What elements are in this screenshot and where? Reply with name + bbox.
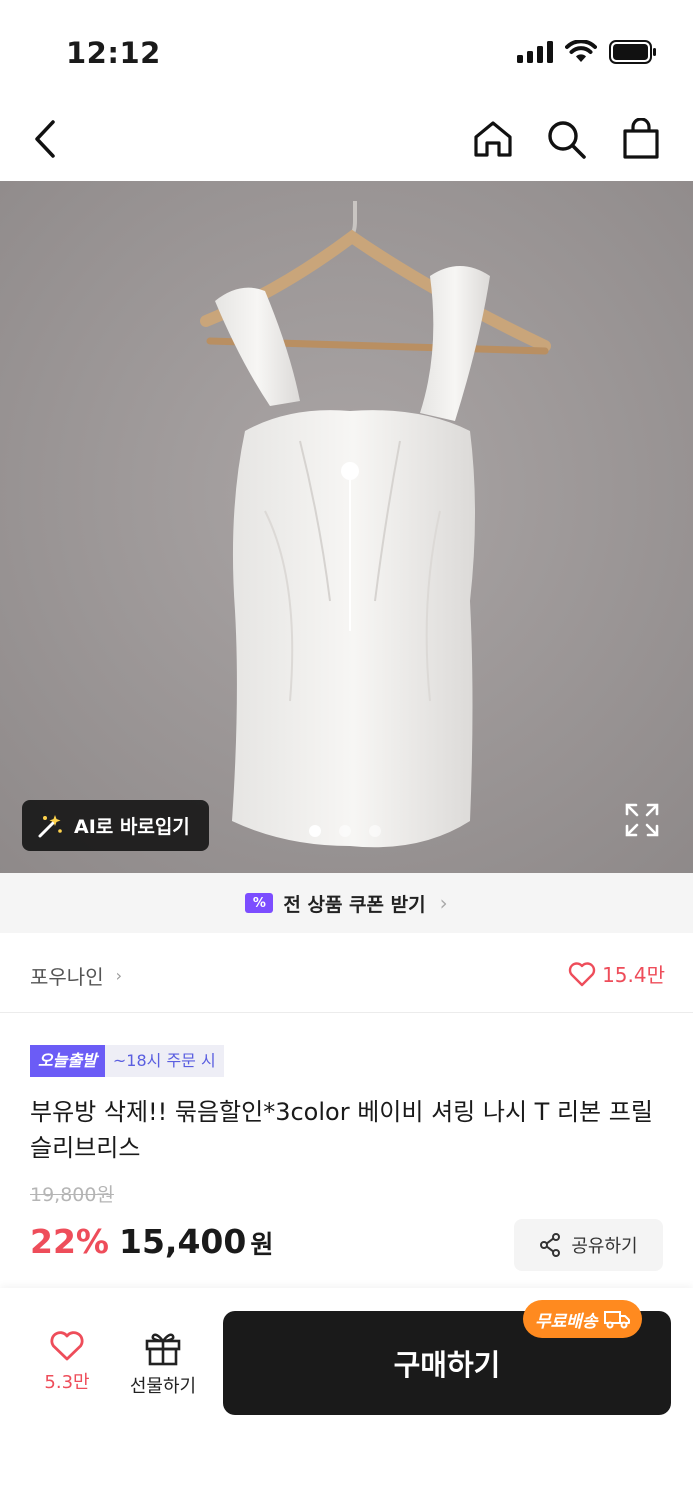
coupon-icon: % bbox=[245, 893, 274, 913]
carousel-indicator bbox=[309, 825, 381, 837]
coupon-label: 전 상품 쿠폰 받기 bbox=[283, 893, 426, 916]
shop-name: 포우나인 bbox=[30, 965, 104, 989]
buy-label: 구매하기 bbox=[393, 1348, 501, 1382]
status-bar: 12:12 bbox=[0, 0, 693, 100]
order-cutoff-badge: ~18시 주문 시 bbox=[104, 1045, 224, 1077]
shop-like-button[interactable]: 15.4만 bbox=[568, 959, 665, 988]
coupon-banner[interactable]: % 전 상품 쿠폰 받기 › bbox=[0, 873, 693, 933]
magic-wand-icon bbox=[38, 814, 62, 837]
search-button[interactable] bbox=[541, 114, 591, 164]
product-title: 부유방 삭제!! 묶음할인*3color 베이비 셔링 나시 T 리본 프릴 슬… bbox=[30, 1098, 653, 1162]
shopping-bag-icon bbox=[623, 118, 659, 159]
shop-row: 포우나인 › 15.4만 bbox=[0, 933, 693, 1013]
search-icon bbox=[548, 121, 586, 159]
gift-button[interactable]: 선물하기 bbox=[122, 1330, 204, 1398]
shop-like-count: 15.4만 bbox=[602, 963, 665, 987]
gift-icon bbox=[145, 1333, 181, 1366]
product-photo bbox=[0, 181, 693, 873]
ai-try-on-button[interactable]: AI로 바로입기 bbox=[22, 800, 209, 851]
signal-icon bbox=[517, 41, 553, 63]
top-nav bbox=[0, 100, 693, 180]
back-arrow-icon bbox=[35, 120, 55, 158]
heart-icon bbox=[50, 1331, 84, 1361]
fullscreen-button[interactable] bbox=[625, 803, 659, 837]
carousel-dot[interactable] bbox=[309, 825, 321, 837]
carousel-dot[interactable] bbox=[369, 825, 381, 837]
chevron-right-icon: › bbox=[439, 891, 448, 915]
discount-rate: 22% bbox=[30, 1222, 109, 1261]
battery-icon bbox=[609, 40, 656, 64]
wishlist-button[interactable]: 5.3만 bbox=[30, 1330, 104, 1394]
share-icon bbox=[540, 1233, 561, 1257]
status-time: 12:12 bbox=[66, 36, 161, 70]
home-icon bbox=[474, 121, 512, 157]
price-row: 22% 15,400 원 bbox=[30, 1222, 273, 1261]
chevron-right-icon: › bbox=[115, 966, 123, 985]
ai-try-on-label: AI로 바로입기 bbox=[74, 816, 190, 838]
home-button[interactable] bbox=[468, 114, 518, 164]
free-shipping-badge: 무료배송 bbox=[523, 1300, 642, 1338]
share-button[interactable]: 공유하기 bbox=[514, 1219, 663, 1271]
free-shipping-label: 무료배송 bbox=[535, 1311, 598, 1332]
shop-link[interactable]: 포우나인 › bbox=[30, 961, 122, 990]
product-image[interactable]: AI로 바로입기 bbox=[0, 181, 693, 873]
wifi-icon bbox=[565, 40, 597, 62]
carousel-dot[interactable] bbox=[339, 825, 351, 837]
expand-icon bbox=[625, 803, 659, 837]
sale-price: 15,400 bbox=[119, 1222, 247, 1261]
gift-label: 선물하기 bbox=[129, 1376, 197, 1397]
bottom-action-bar: 5.3만 선물하기 구매하기 무료배송 bbox=[0, 1288, 693, 1500]
back-button[interactable] bbox=[20, 114, 70, 164]
cart-button[interactable] bbox=[616, 114, 666, 164]
share-label: 공유하기 bbox=[571, 1236, 638, 1257]
today-ship-badge: 오늘출발 bbox=[30, 1045, 105, 1077]
original-price: 19,800원 bbox=[30, 1184, 114, 1206]
price-unit: 원 bbox=[250, 1230, 274, 1259]
shipping-badges: 오늘출발 ~18시 주문 시 bbox=[30, 1045, 224, 1077]
status-icons bbox=[517, 40, 657, 64]
heart-icon bbox=[568, 961, 596, 986]
wishlist-count: 5.3만 bbox=[44, 1372, 90, 1393]
truck-icon bbox=[603, 1311, 630, 1329]
